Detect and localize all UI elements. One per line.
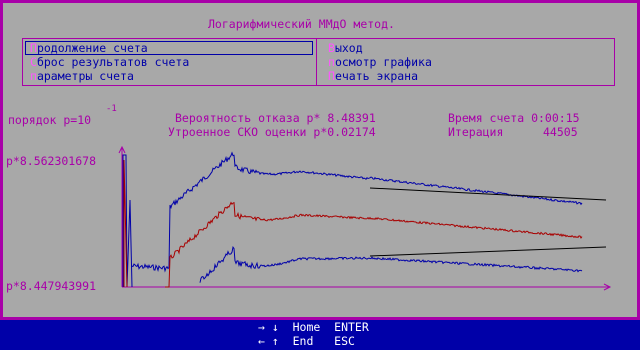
upper-envelope-line bbox=[369, 187, 607, 201]
estimate-line bbox=[165, 201, 583, 288]
convergence-chart bbox=[118, 145, 612, 291]
lower-envelope-line bbox=[369, 246, 607, 257]
chart-series bbox=[122, 151, 607, 288]
lower-bound-line bbox=[199, 246, 583, 283]
footer-bar: → ↓ Home ENTER ← ↑ End ESC bbox=[0, 320, 640, 350]
footer-keys-row2: ← ↑ End ESC bbox=[258, 334, 355, 348]
footer-keys-row1: → ↓ Home ENTER bbox=[258, 320, 369, 334]
upper-bound-line bbox=[131, 151, 583, 273]
